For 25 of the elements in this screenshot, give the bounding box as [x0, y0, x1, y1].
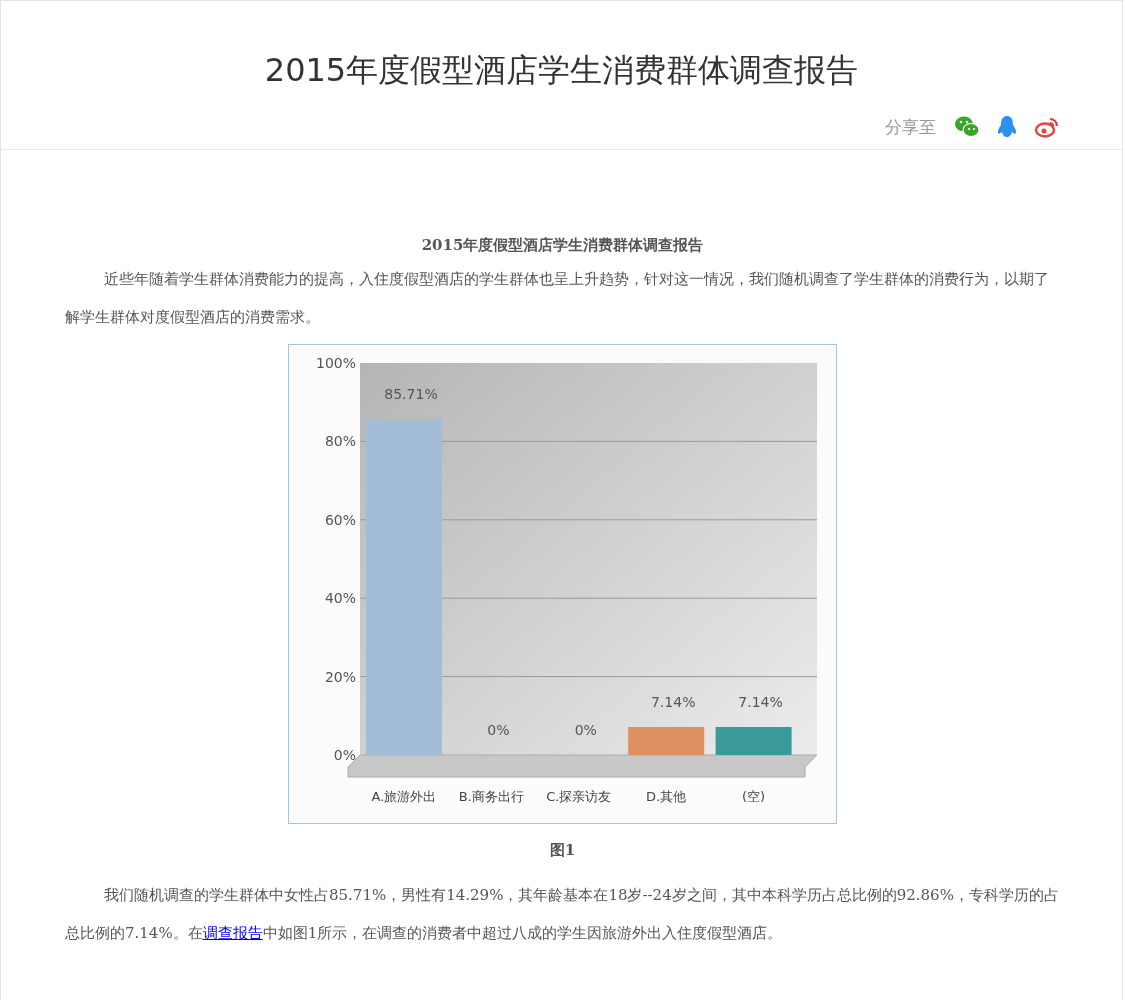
- value-label: 0%: [487, 722, 510, 738]
- category-label: C.探亲访友: [546, 789, 612, 804]
- axis-tick-label: 60%: [324, 511, 356, 528]
- report-link[interactable]: 调查报告: [202, 924, 263, 942]
- chat-bubbles-icon[interactable]: [954, 115, 980, 139]
- axis-tick-label: 80%: [324, 433, 356, 450]
- article-heading: 2015年度假型酒店学生消费群体调查报告: [420, 235, 705, 256]
- weibo-icon[interactable]: [1034, 115, 1060, 139]
- axis-tick-label: 100%: [315, 355, 356, 371]
- axis-tick-label: 0%: [333, 747, 356, 763]
- share-label: 分享至: [885, 115, 936, 139]
- figure-caption: 图1: [548, 840, 577, 861]
- axis-tick-label: 40%: [324, 590, 356, 607]
- value-label: 7.14%: [650, 694, 696, 710]
- intro-paragraph: 近些年随着学生群体消费能力的提高，入住度假型酒店的学生群体也呈上升趋势，针对这一情况，我们随机调查了学生群体的消费行为，以期了解学生群体对度假型酒店的消费需求。: [65, 269, 1050, 328]
- category-label: D.其他: [646, 789, 687, 804]
- value-label: 85.71%: [384, 386, 438, 402]
- category-label: A.旅游外出: [371, 789, 437, 804]
- category-label: B.商务出行: [458, 789, 524, 804]
- axis-tick-label: 20%: [324, 668, 356, 685]
- value-label: 7.14%: [738, 694, 783, 710]
- category-label: (空): [742, 789, 766, 804]
- body-paragraph: 我们随机调查的学生群体中女性占85.71%，男性有14.29%，其年龄基本在18岁--24岁之间，其中本科学历占总比例的92.86%，专科学历的占总比例的7.14%。在调查报告中如图1所示，在调查的消费者中超过八成的学生因旅游外出入住度假型酒店。: [65, 885, 1060, 944]
- value-label: 0%: [574, 722, 597, 738]
- page-title: 2015年度假型酒店学生消费群体调查报告: [263, 50, 860, 91]
